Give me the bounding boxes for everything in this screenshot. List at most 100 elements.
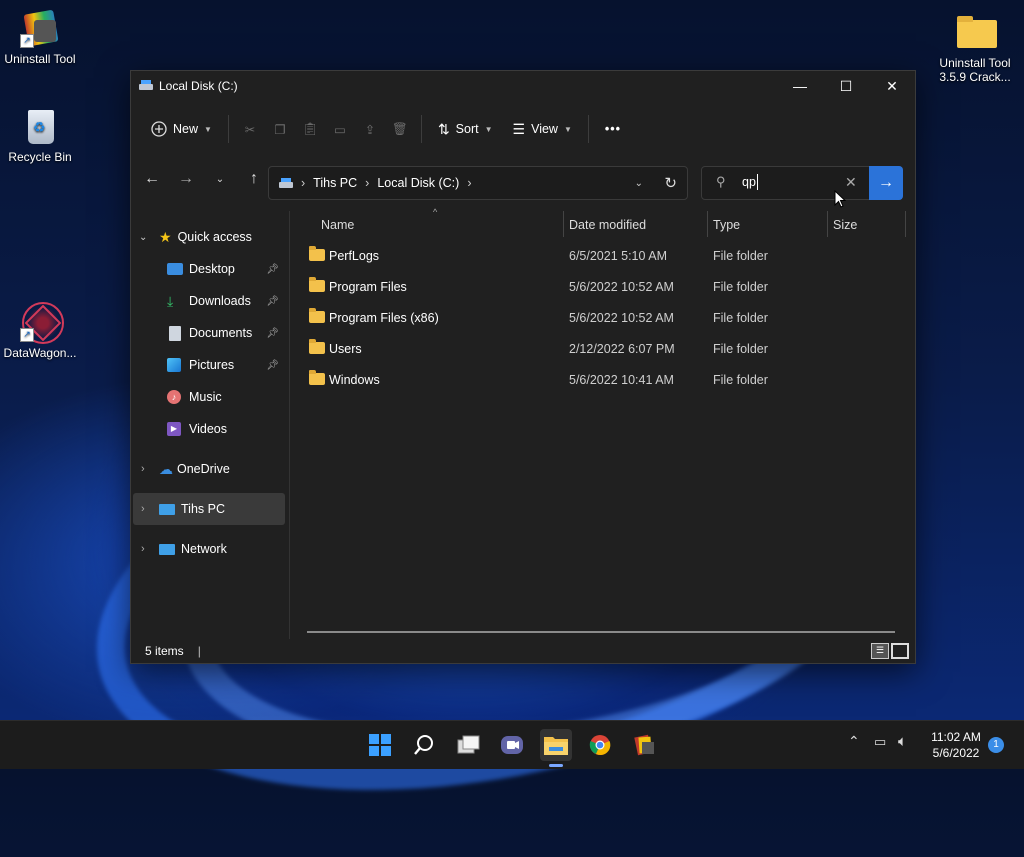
clock[interactable]: 11:02 AM 5/6/2022: [924, 729, 988, 761]
folder-icon: [309, 308, 325, 323]
column-divider[interactable]: [707, 211, 708, 237]
sidebar-item-label: Music: [189, 390, 222, 404]
new-button[interactable]: New ▼: [141, 113, 222, 145]
sidebar-item-downloads[interactable]: ⤓ Downloads 📌︎: [131, 285, 289, 317]
delete-icon[interactable]: 🗑︎: [385, 113, 415, 145]
taskbar: ⌃ ▭ 🔈︎ 11:02 AM 5/6/2022 1: [0, 720, 1024, 769]
sidebar-item-this-pc[interactable]: › Tihs PC: [133, 493, 285, 525]
recent-locations-chevron-icon[interactable]: ⌄: [203, 163, 237, 195]
title-bar[interactable]: Local Disk (C:) — ☐ ✕: [131, 71, 915, 101]
pin-icon: 📌︎: [266, 295, 279, 307]
column-header-size[interactable]: Size: [833, 218, 857, 232]
table-row[interactable]: Windows 5/6/2022 10:41 AM File folder: [301, 365, 911, 396]
sidebar-item-network[interactable]: › Network: [131, 533, 289, 565]
search-box[interactable]: ⚲ qp ✕ →: [701, 166, 903, 200]
cut-icon[interactable]: ✂: [235, 113, 265, 145]
desktop-icon-uninstall-tool[interactable]: ↗ Uninstall Tool: [0, 8, 80, 66]
breadcrumb-local-disk[interactable]: Local Disk (C:): [377, 176, 459, 190]
minimize-button[interactable]: —: [777, 71, 823, 101]
file-name: Program Files (x86): [329, 311, 439, 325]
forward-arrow-icon[interactable]: →: [169, 163, 203, 195]
sidebar-item-label: Desktop: [189, 262, 235, 276]
teams-chat-icon: [501, 736, 523, 754]
maximize-button[interactable]: ☐: [823, 71, 869, 101]
desktop-icon-label: DataWagon...: [3, 346, 77, 360]
details-view-icon[interactable]: ☰: [871, 643, 889, 659]
desktop-icon-uninstall-tool-crack[interactable]: Uninstall Tool 3.5.9 Crack...: [935, 12, 1015, 84]
close-button[interactable]: ✕: [869, 71, 915, 101]
column-header-date[interactable]: Date modified: [569, 218, 646, 232]
column-divider[interactable]: [563, 211, 564, 237]
mouse-pointer-icon: [834, 190, 846, 208]
drive-icon: [139, 80, 153, 90]
this-pc-icon: [279, 178, 293, 188]
column-divider[interactable]: [905, 211, 906, 237]
file-date: 5/6/2022 10:52 AM: [569, 280, 674, 294]
up-arrow-icon[interactable]: ↑: [237, 163, 271, 195]
table-row[interactable]: Program Files (x86) 5/6/2022 10:52 AM Fi…: [301, 303, 911, 334]
chrome-icon: [589, 735, 611, 755]
uninstall-tool-taskbar-button[interactable]: [628, 729, 660, 761]
navigation-pane: ⌄ ★ Quick access Desktop 📌︎ ⤓ Downloads …: [131, 221, 289, 639]
table-row[interactable]: Users 2/12/2022 6:07 PM File folder: [301, 334, 911, 365]
column-header-type[interactable]: Type: [713, 218, 740, 232]
search-icon: [414, 735, 433, 755]
task-view-button[interactable]: [452, 729, 484, 761]
pane-divider[interactable]: [289, 211, 290, 639]
paste-icon[interactable]: 📋︎: [295, 113, 325, 145]
table-row[interactable]: PerfLogs 6/5/2021 5:10 AM File folder: [301, 241, 911, 272]
tiles-view-icon[interactable]: [891, 643, 909, 659]
sidebar-item-pictures[interactable]: Pictures 📌︎: [131, 349, 289, 381]
network-icon: [159, 543, 175, 555]
table-row[interactable]: Program Files 5/6/2022 10:52 AM File fol…: [301, 272, 911, 303]
sort-ascending-icon: ^: [433, 207, 438, 217]
sidebar-item-documents[interactable]: Documents 📌︎: [131, 317, 289, 349]
more-options-button[interactable]: •••: [595, 113, 631, 145]
chevron-down-icon: ▼: [204, 124, 212, 134]
network-status-icon[interactable]: ▭: [874, 734, 886, 750]
chevron-down-icon: ▼: [484, 124, 493, 134]
sidebar-item-desktop[interactable]: Desktop 📌︎: [131, 253, 289, 285]
search-input[interactable]: qp: [742, 175, 756, 189]
search-go-button[interactable]: →: [869, 166, 903, 200]
text-cursor: [757, 174, 758, 190]
pictures-icon: [167, 358, 181, 372]
sort-button[interactable]: ⇅ Sort ▼: [428, 113, 503, 145]
sidebar-item-onedrive[interactable]: › ☁ OneDrive: [131, 453, 289, 485]
clear-search-icon[interactable]: ✕: [845, 174, 857, 191]
column-header-name[interactable]: Name: [321, 218, 354, 232]
clock-date: 5/6/2022: [932, 746, 980, 760]
chat-button[interactable]: [496, 729, 528, 761]
column-divider[interactable]: [827, 211, 828, 237]
file-list: ^ Name Date modified Type Size PerfLogs …: [301, 207, 911, 396]
sidebar-item-quick-access[interactable]: ⌄ ★ Quick access: [131, 221, 289, 253]
address-history-chevron-icon[interactable]: ⌄: [635, 178, 643, 189]
back-arrow-icon[interactable]: ←: [135, 163, 169, 195]
chevron-right-icon: ›: [141, 543, 145, 555]
sort-label: Sort: [455, 122, 479, 136]
rename-icon[interactable]: ▭: [325, 113, 355, 145]
refresh-icon[interactable]: ↻: [664, 174, 677, 192]
copy-icon[interactable]: ❐: [265, 113, 295, 145]
desktop-icon-recycle-bin[interactable]: ♻ Recycle Bin: [0, 106, 80, 164]
share-icon[interactable]: ⇪: [355, 113, 385, 145]
horizontal-scrollbar[interactable]: [307, 631, 895, 633]
chrome-button[interactable]: [584, 729, 616, 761]
address-bar[interactable]: › Tihs PC › Local Disk (C:) › ⌄ ↻: [268, 166, 688, 200]
shortcut-arrow-icon: ↗: [20, 34, 34, 48]
task-view-icon: [457, 735, 480, 754]
show-hidden-icons-chevron[interactable]: ⌃: [848, 733, 860, 750]
desktop-icon-datawagon[interactable]: ↗ DataWagon...: [0, 302, 80, 360]
start-button[interactable]: [364, 729, 396, 761]
cloud-icon: ☁: [159, 460, 173, 477]
volume-icon[interactable]: 🔈︎: [898, 733, 907, 750]
view-button[interactable]: ☰ View ▼: [503, 113, 582, 145]
breadcrumb-this-pc[interactable]: Tihs PC: [313, 176, 357, 190]
sidebar-item-music[interactable]: ♪ Music: [131, 381, 289, 413]
notification-badge[interactable]: 1: [988, 737, 1004, 753]
sidebar-item-videos[interactable]: ▶ Videos: [131, 413, 289, 445]
file-explorer-taskbar-button[interactable]: [540, 729, 572, 767]
search-button[interactable]: [408, 729, 440, 761]
windows-logo-icon: [369, 734, 391, 756]
music-icon: ♪: [167, 390, 181, 404]
